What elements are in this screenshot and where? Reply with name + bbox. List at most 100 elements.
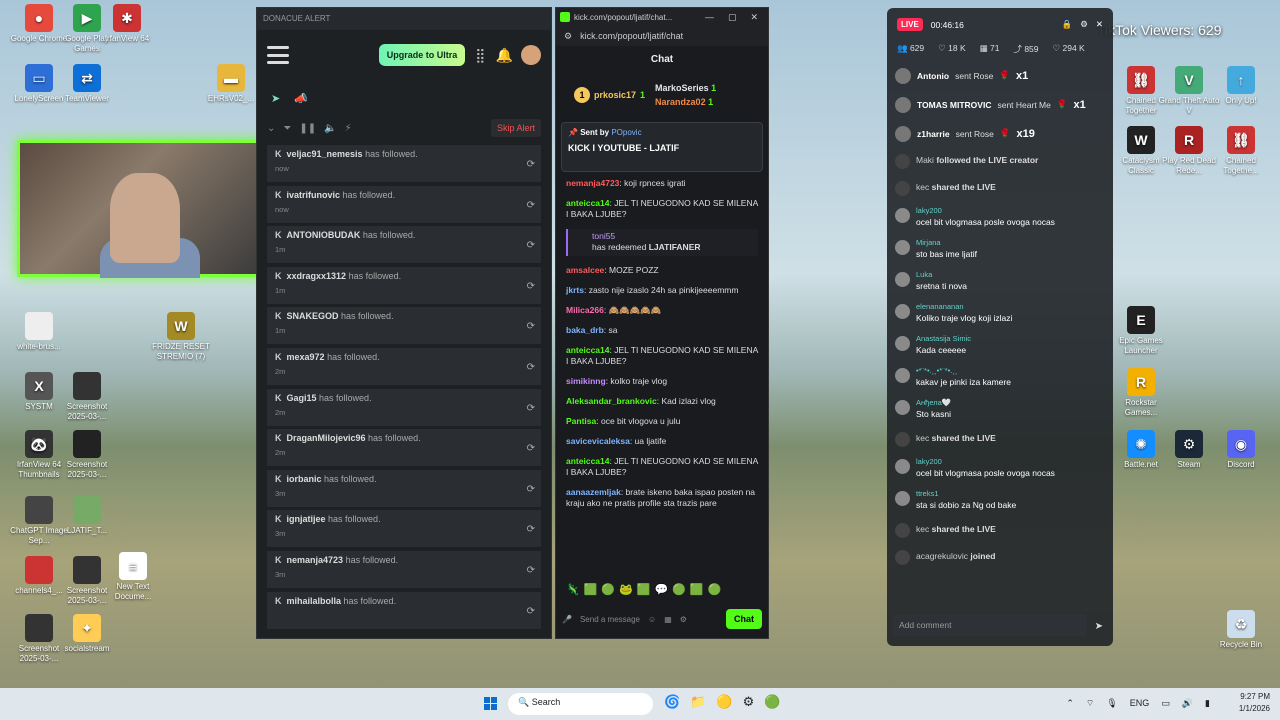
desktop-icon[interactable]: E Epic Games Launcher <box>1110 306 1172 356</box>
desktop-icon[interactable]: ⇄ TeamViewer <box>56 64 118 104</box>
apps-grid-icon[interactable]: ⣿ <box>475 47 485 64</box>
desktop-icon[interactable]: ⛓ Chained Togethe... <box>1210 126 1272 176</box>
file-explorer-icon[interactable]: 📁 <box>690 694 706 710</box>
emote-icon[interactable]: 🟩 <box>690 583 704 596</box>
wifi-icon[interactable]: ⌔ <box>1086 698 1094 709</box>
gear-icon[interactable]: ⚙ <box>1080 19 1088 30</box>
replay-icon[interactable]: ⟳ <box>527 443 535 454</box>
replay-icon[interactable]: ⟳ <box>527 321 535 332</box>
emote-icon[interactable]: 💬 <box>655 583 669 596</box>
edge-icon[interactable]: 🌀 <box>664 694 680 710</box>
chat-username[interactable]: jkrts <box>566 285 584 295</box>
close-icon[interactable]: ✕ <box>1096 19 1103 30</box>
comment-user[interactable]: laky200 <box>916 206 1055 215</box>
chrome-icon[interactable]: 🟢 <box>764 694 780 710</box>
gifter-name[interactable]: Narandza02 <box>655 97 706 107</box>
desktop-icon[interactable]: ↑ Only Up! <box>1210 66 1272 106</box>
chevron-up-icon[interactable]: ⌃ <box>1066 698 1074 709</box>
send-icon[interactable]: ➤ <box>1095 621 1103 632</box>
event-user[interactable]: kec <box>916 524 929 534</box>
upgrade-button[interactable]: Upgrade to Ultra <box>378 44 466 66</box>
steam-icon[interactable]: ⚙ <box>743 694 755 710</box>
chat-input[interactable]: 🎤 Send a message ☺ ▦ ⚙ Chat <box>562 606 762 632</box>
chat-username[interactable]: anteicca14 <box>566 345 609 355</box>
windows-start-icon[interactable] <box>484 697 498 711</box>
emote-icon[interactable]: 🟢 <box>601 583 615 596</box>
event-user[interactable]: kec <box>916 182 929 192</box>
send-icon[interactable]: ➤ <box>271 92 280 105</box>
network-icon[interactable]: ▭ <box>1161 698 1170 709</box>
emote-icon[interactable]: 🟩 <box>637 583 651 596</box>
bell-icon[interactable]: 🔔 <box>496 47 513 64</box>
event-user[interactable]: kec <box>916 433 929 443</box>
chat-username[interactable]: anteicca14 <box>566 456 609 466</box>
replay-icon[interactable]: ⟳ <box>527 403 535 414</box>
site-settings-icon[interactable]: ⚙ <box>564 31 572 42</box>
replay-icon[interactable]: ⟳ <box>527 362 535 373</box>
comment-user[interactable]: Анђела🤍 <box>916 398 951 407</box>
volume-icon[interactable]: 🔈 <box>324 123 336 134</box>
emote-icon[interactable]: 🟩 <box>584 583 598 596</box>
desktop-icon[interactable]: white-brus... <box>8 312 70 352</box>
send-chat-button[interactable]: Chat <box>726 609 762 629</box>
chat-username[interactable]: amsalcee <box>566 265 604 275</box>
emote-icon[interactable]: 🟢 <box>708 583 722 596</box>
gifter-name[interactable]: prkosic17 <box>594 90 636 100</box>
replay-icon[interactable]: ⟳ <box>527 159 535 170</box>
desktop-icon[interactable]: ✱ IrfanView 64 <box>96 4 158 44</box>
desktop-icon[interactable]: ✦ socialstream <box>56 614 118 654</box>
desktop-icon[interactable]: R Rockstar Games... <box>1110 368 1172 418</box>
desktop-icon[interactable]: ▬ EHRsV02_... <box>200 64 262 104</box>
emote-picker-icon[interactable]: ☺ <box>648 615 656 624</box>
megaphone-icon[interactable]: 📣 <box>294 92 308 105</box>
comment-user[interactable]: Mirjana <box>916 238 977 247</box>
comment-input[interactable]: Add comment <box>893 614 1087 636</box>
chat-username[interactable]: Pantisa <box>566 416 596 426</box>
emote-icon[interactable]: 🟢 <box>672 583 686 596</box>
chat-username[interactable]: savicevicaleksa <box>566 436 630 446</box>
chat-username[interactable]: anteicca14 <box>566 198 609 208</box>
replay-icon[interactable]: ⟳ <box>527 200 535 211</box>
desktop-icon[interactable]: ◉ Discord <box>1210 430 1272 470</box>
url-bar[interactable]: ⚙ kick.com/popout/ljatif/chat <box>556 26 768 46</box>
desktop-icon[interactable]: ♻ Recycle Bin <box>1210 610 1272 650</box>
avatar[interactable] <box>521 45 541 65</box>
chat-username[interactable]: baka_drb <box>566 325 604 335</box>
gifter-name[interactable]: MarkoSeries <box>655 83 709 93</box>
pause-icon[interactable]: ❚❚ <box>299 123 316 134</box>
chat-username[interactable]: simikinng <box>566 376 606 386</box>
language-indicator[interactable]: ENG <box>1130 698 1150 709</box>
chat-username[interactable]: aanaazemljak <box>566 487 621 497</box>
menu-icon[interactable] <box>267 46 289 64</box>
desktop-icon[interactable]: ≡ New Text Docume... <box>102 552 164 602</box>
settings-icon[interactable]: ⚙ <box>680 615 687 624</box>
mic-icon[interactable]: 🎙 <box>1106 698 1117 709</box>
comment-user[interactable]: elenanananan <box>916 302 1012 311</box>
emote-icon[interactable]: 🐸 <box>619 583 633 596</box>
chat-username[interactable]: Aleksandar_brankovic <box>566 396 657 406</box>
event-user[interactable]: acagrekulovic <box>916 551 968 561</box>
close-icon[interactable]: ✕ <box>750 12 758 23</box>
desktop-icon[interactable]: W FRIDZE RESET STREMIO (7) <box>150 312 212 362</box>
comment-user[interactable]: •*¨*•.¸¸•*¨*•.¸¸ <box>916 366 1011 375</box>
replay-icon[interactable]: ⟳ <box>527 484 535 495</box>
comment-user[interactable]: laky200 <box>916 457 1055 466</box>
desktop-icon[interactable]: Screenshot 2025-03-... <box>56 372 118 422</box>
chat-username[interactable]: nemanja4723 <box>566 178 619 188</box>
chrome-icon[interactable]: 🟡 <box>716 694 732 710</box>
desktop-icon[interactable]: LJATIF_T... <box>56 496 118 536</box>
battery-icon[interactable]: ▮ <box>1205 698 1210 709</box>
emote-bar[interactable]: 🦎 🟩 🟢 🐸 🟩 💬 🟢 🟩 🟢 <box>566 583 721 596</box>
lock-icon[interactable]: 🔒 <box>1062 19 1073 30</box>
minimize-icon[interactable]: — <box>705 12 714 23</box>
replay-icon[interactable]: ⟳ <box>527 565 535 576</box>
gift-icon[interactable]: ▦ <box>664 615 672 624</box>
clock[interactable]: 9:27 PM 1/1/2026 <box>1239 691 1270 715</box>
event-user[interactable]: Maki <box>916 155 934 165</box>
chevron-down-icon[interactable]: ⌄ <box>267 123 275 134</box>
desktop-icon[interactable]: Screenshot 2025-03-... <box>56 430 118 480</box>
replay-icon[interactable]: ⟳ <box>527 281 535 292</box>
chat-username[interactable]: Milica266 <box>566 305 604 315</box>
pinned-message[interactable]: 📌 Sent by POpovic KICK I YOUTUBE - LJATI… <box>561 122 763 172</box>
comment-user[interactable]: Anastasija Simic <box>916 334 971 343</box>
